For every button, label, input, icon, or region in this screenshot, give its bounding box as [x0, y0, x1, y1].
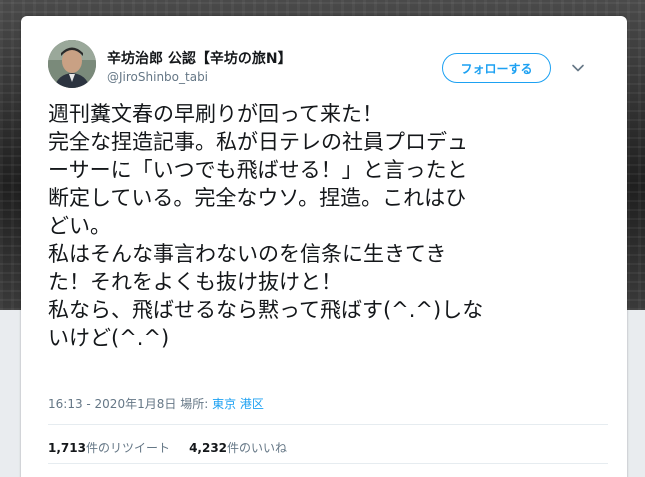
follow-button[interactable]: フォローする [442, 53, 551, 83]
tweet-line: 完全な捏造記事。私が日テレの社員プロデュ [48, 130, 468, 154]
tweet-stats: 1,713件のリツイート 4,232件のいいね [48, 439, 287, 456]
tweet-line: 私なら、飛ばせるなら黙って飛ばす(^.^)しな [48, 298, 484, 322]
author-handle[interactable]: @JiroShinbo_tabi [107, 70, 208, 84]
tweet-line: 私はそんな事言わないのを信条に生きてき [48, 242, 447, 266]
location-label: 場所: [180, 397, 209, 411]
tweet-line: いけど(^.^) [48, 326, 170, 350]
tweet-text: 週刊糞文春の早刷りが回って来た！ 完全な捏造記事。私が日テレの社員プロデュ ーサ… [48, 100, 608, 352]
avatar-image [48, 40, 96, 88]
divider [48, 424, 608, 425]
tweet-line: どい。 [48, 214, 111, 238]
retweets-count: 1,713 [48, 441, 86, 455]
likes-stat[interactable]: 4,232件のいいね [189, 441, 287, 455]
tweet-line: 断定している。完全なウソ。捏造。これはひ [48, 186, 467, 210]
tweet-line: 週刊糞文春の早刷りが回って来た！ [48, 102, 383, 126]
avatar[interactable] [48, 40, 96, 88]
tweet-line: た！それをよくも抜け抜けと！ [48, 270, 342, 294]
retweets-label: 件のリツイート [85, 441, 170, 455]
likes-label: 件のいいね [227, 441, 288, 455]
tweet-meta: 16:13 - 2020年1月8日 場所: 東京 港区 [48, 395, 264, 412]
tweet-line: ーサーに「いつでも飛ばせる！」と言ったと [48, 158, 468, 182]
tweet-timestamp[interactable]: 16:13 - 2020年1月8日 [48, 397, 176, 411]
likes-count: 4,232 [189, 441, 228, 455]
divider [48, 463, 608, 464]
chevron-down-icon[interactable] [570, 60, 586, 76]
page: 辛坊治郎 公認【辛坊の旅N】 @JiroShinbo_tabi フォローする 週… [0, 0, 645, 477]
retweets-stat[interactable]: 1,713件のリツイート [48, 441, 170, 455]
tweet-card: 辛坊治郎 公認【辛坊の旅N】 @JiroShinbo_tabi フォローする 週… [21, 16, 627, 477]
author-display-name[interactable]: 辛坊治郎 公認【辛坊の旅N】 [107, 48, 292, 68]
location-link[interactable]: 東京 港区 [212, 397, 264, 411]
